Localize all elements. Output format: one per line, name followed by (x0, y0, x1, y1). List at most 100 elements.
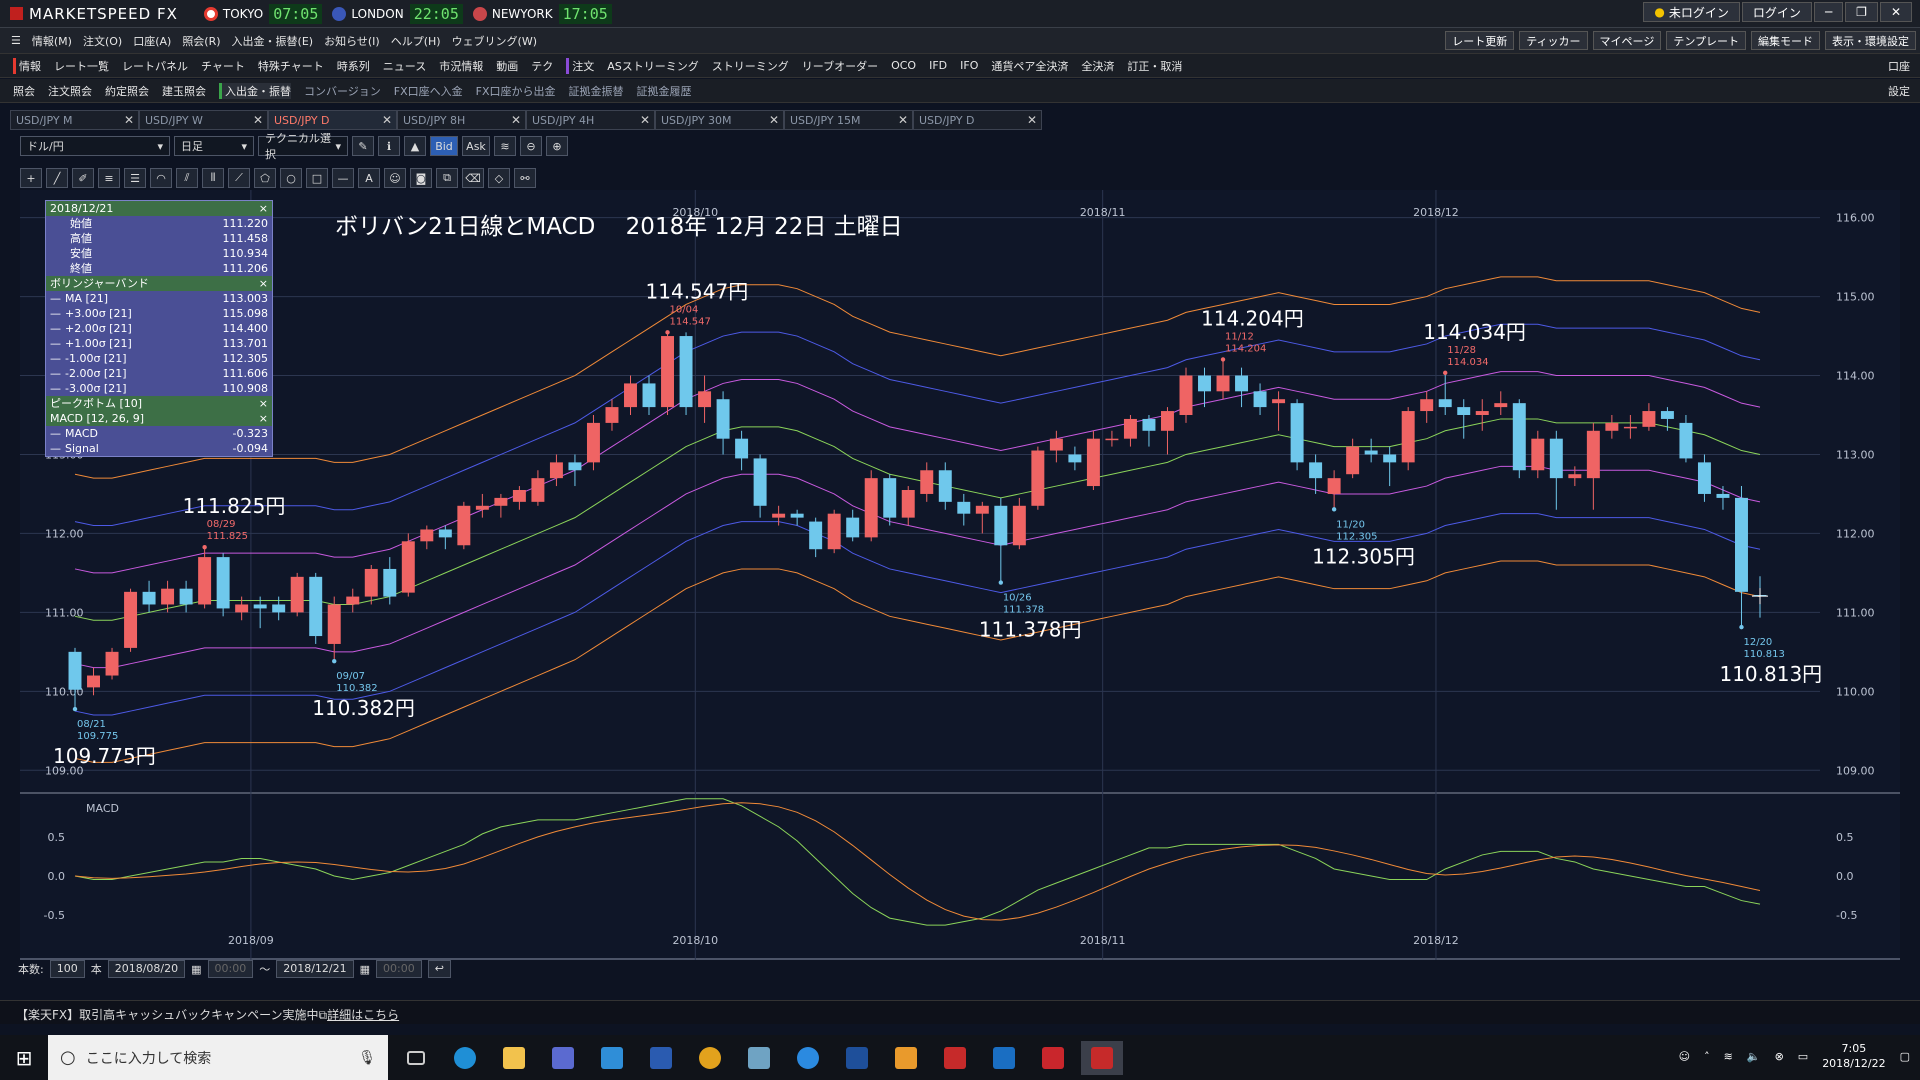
candle-body[interactable] (698, 391, 712, 408)
eraser-icon[interactable]: ✐ (72, 168, 94, 188)
maximize-button[interactable]: ❐ (1845, 2, 1878, 22)
candle-body[interactable] (957, 501, 971, 514)
candle-body[interactable] (624, 383, 637, 408)
data-window-panel[interactable]: 2018/12/21 × 始値 111.220 高値 111.458 安値 110.934 終値… (45, 200, 273, 457)
edit-mode-button[interactable]: 編集モード (1751, 31, 1820, 50)
chevron-up-icon[interactable]: ˄ (1704, 1050, 1710, 1063)
candle-body[interactable] (938, 470, 952, 502)
candle-body[interactable] (494, 497, 508, 506)
candle-body[interactable] (68, 651, 82, 690)
candle-body[interactable] (716, 399, 730, 439)
outlook-icon[interactable] (983, 1041, 1025, 1075)
menu-item[interactable]: お知らせ(I) (324, 33, 380, 49)
ticker-button[interactable]: ティッカー (1519, 31, 1588, 50)
chart-tab[interactable]: USD/JPY W ✕ (139, 110, 268, 130)
erase-all-icon[interactable]: ◇ (488, 168, 510, 188)
period-select[interactable]: 日足 ▾ (174, 136, 254, 156)
candle-body[interactable] (1494, 403, 1508, 408)
window-app-icon[interactable] (591, 1041, 633, 1075)
menu-item[interactable]: 情報(M) (32, 33, 72, 49)
close-tab-icon[interactable]: ✕ (640, 113, 650, 127)
chrome-icon[interactable] (689, 1041, 731, 1075)
mypage-button[interactable]: マイページ (1592, 31, 1662, 50)
bid-button[interactable]: Bid (430, 136, 458, 156)
text-icon[interactable]: A (358, 168, 380, 188)
candle-body[interactable] (846, 517, 860, 538)
pentagon-icon[interactable]: ⬠ (254, 168, 276, 188)
toolbar-item[interactable]: FX口座へ入金 (394, 83, 463, 99)
toolbar-item[interactable]: 注文 (566, 57, 594, 74)
marketspeed-icon[interactable] (934, 1041, 976, 1075)
chart-tab[interactable]: USD/JPY 15M ✕ (784, 110, 913, 130)
candle-body[interactable] (809, 521, 823, 550)
candle-body[interactable] (475, 505, 489, 510)
candle-body[interactable] (1475, 411, 1489, 415)
chart-tab[interactable]: USD/JPY D ✕ (913, 110, 1042, 130)
candle-body[interactable] (1235, 375, 1249, 392)
ticker-link[interactable]: 詳細はこちら (327, 1008, 399, 1022)
display-settings-button[interactable]: 表示・環境設定 (1825, 31, 1916, 50)
menu-item[interactable]: ウェブリング(W) (452, 33, 537, 49)
candle-body[interactable] (457, 505, 471, 546)
toolbar-item[interactable]: 特殊チャート (258, 58, 324, 74)
close-section-icon[interactable]: × (259, 396, 268, 411)
close-tab-icon[interactable]: ✕ (382, 113, 392, 127)
candle-body[interactable] (161, 588, 175, 605)
line-icon[interactable]: — (332, 168, 354, 188)
toolbar-item[interactable]: 照会 (13, 83, 35, 99)
candle-body[interactable] (549, 462, 563, 479)
candle-body[interactable] (1512, 403, 1526, 471)
candle-body[interactable] (568, 462, 582, 471)
close-section-icon[interactable]: × (259, 276, 268, 291)
toolbar-item[interactable]: テク (531, 58, 553, 74)
candle-body[interactable] (1272, 399, 1286, 404)
menu-item[interactable]: 入出金・振替(E) (232, 33, 314, 49)
chart-tab[interactable]: USD/JPY M ✕ (10, 110, 139, 130)
candle-body[interactable] (883, 478, 897, 518)
account-button[interactable]: 口座 (1888, 58, 1910, 74)
candle-body[interactable] (346, 596, 360, 605)
edge-icon[interactable] (787, 1041, 829, 1075)
from-date-input[interactable]: 2018/08/20 (107, 960, 186, 978)
volume-icon[interactable]: 🔈 (1747, 1050, 1761, 1063)
chart-tab[interactable]: USD/JPY 30M ✕ (655, 110, 784, 130)
app-icon[interactable] (542, 1041, 584, 1075)
file-explorer-icon[interactable] (493, 1041, 535, 1075)
technical-select[interactable]: テクニカル選択 ▾ (258, 132, 348, 161)
candle-body[interactable] (1309, 462, 1323, 479)
login-status[interactable]: ● 未ログイン (1643, 2, 1740, 22)
candle-body[interactable] (975, 505, 989, 514)
marketspeed-fx-icon[interactable] (1081, 1040, 1123, 1075)
candle-body[interactable] (753, 458, 767, 506)
taskbar-search-box[interactable]: ○ ここに入力して検索 🎙 (48, 1035, 388, 1080)
candle-body[interactable] (1605, 422, 1619, 431)
magnet-icon[interactable]: ⚯ (514, 168, 536, 188)
to-time-input[interactable]: 00:00 (376, 960, 422, 978)
close-tab-icon[interactable]: ✕ (898, 113, 908, 127)
candle-body[interactable] (124, 591, 138, 648)
candle-body[interactable] (1660, 411, 1674, 419)
menu-item[interactable]: ヘルプ(H) (391, 33, 441, 49)
calendar-icon[interactable]: ▦ (360, 963, 370, 976)
menu-item[interactable]: 照会(R) (182, 33, 220, 49)
app-tray-icon[interactable]: ⊗ (1775, 1050, 1784, 1063)
toolbar-item[interactable]: OCO (891, 59, 916, 72)
menu-toggle-icon[interactable]: ☰ (11, 34, 21, 47)
menu-item[interactable]: 口座(A) (133, 33, 171, 49)
wifi-icon[interactable]: ≋ (1724, 1050, 1733, 1063)
candle-body[interactable] (827, 513, 841, 550)
toolbar-item[interactable]: ASストリーミング (607, 58, 699, 74)
candle-body[interactable] (1401, 411, 1415, 463)
return-icon[interactable]: ↩ (427, 960, 451, 978)
candle-body[interactable] (605, 407, 619, 423)
rectangle-icon[interactable]: □ (306, 168, 328, 188)
candle-body[interactable] (1253, 391, 1267, 408)
candle-body[interactable] (1327, 478, 1341, 494)
candle-body[interactable] (216, 557, 230, 609)
rakuten-icon[interactable] (1032, 1041, 1074, 1075)
fibonacci-icon[interactable]: ☰ (124, 168, 146, 188)
toolbar-item[interactable]: レート一覧 (54, 58, 109, 74)
toolbar-item[interactable]: 動画 (496, 58, 518, 74)
candle-body[interactable] (235, 604, 249, 613)
candle-body[interactable] (1679, 422, 1693, 459)
